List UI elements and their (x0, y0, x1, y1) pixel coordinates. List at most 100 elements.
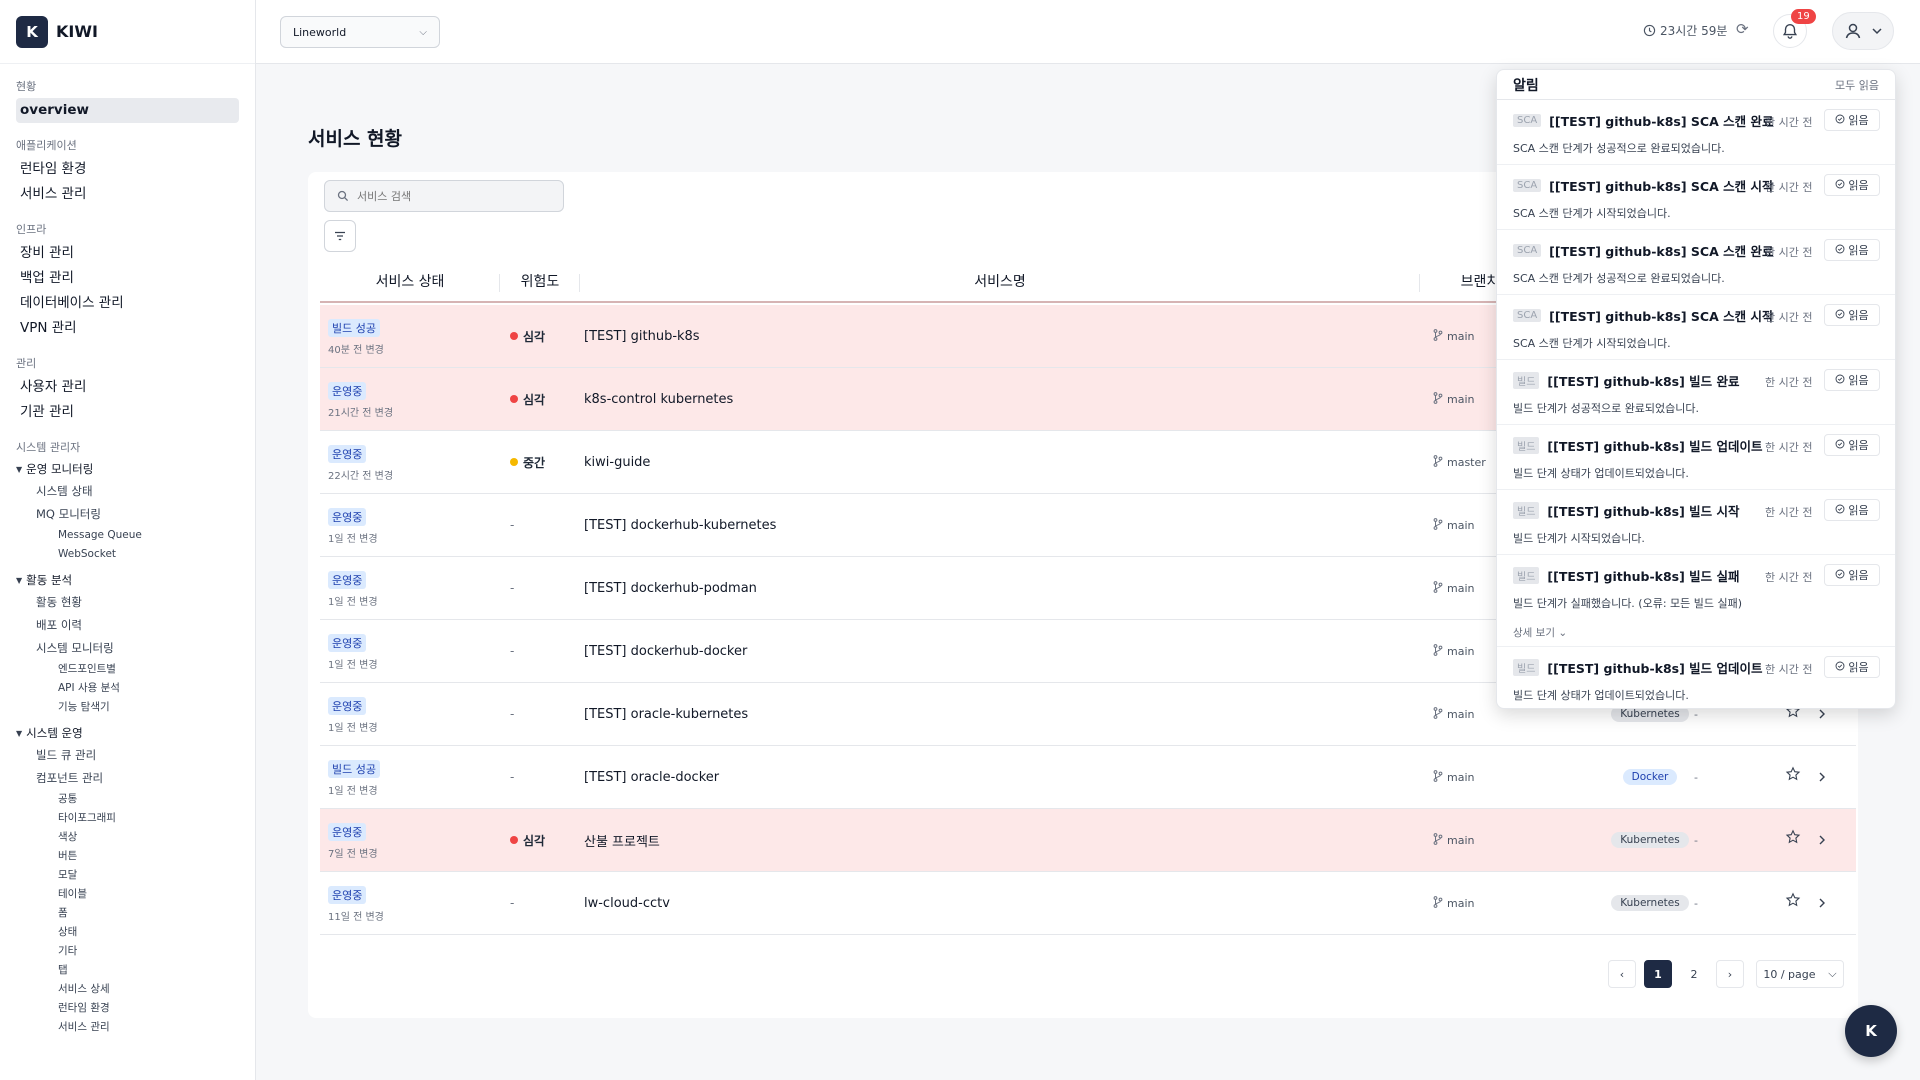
mark-read-button[interactable]: 읽음 (1824, 499, 1880, 521)
tree-monitoring[interactable]: ▼ 운영 모니터링 (16, 459, 239, 480)
tree-item-modal[interactable]: 모달 (16, 866, 239, 885)
notification-item[interactable]: SCA [[TEST] github-k8s] SCA 스캔 시작 한 시간 전 읽음… (1497, 165, 1895, 230)
mark-all-read-button[interactable]: 모두 읽음 (1835, 77, 1879, 93)
tree-item-endpoints[interactable]: 엔드포인트별 (16, 660, 239, 679)
mark-read-button[interactable]: 읽음 (1824, 564, 1880, 586)
page-size-select[interactable]: 10 / page ⌵ (1756, 960, 1844, 988)
mark-read-button[interactable]: 읽음 (1824, 174, 1880, 196)
service-name[interactable]: [TEST] oracle-docker (580, 770, 1420, 785)
star-icon[interactable] (1785, 766, 1801, 786)
notification-button[interactable]: 19 (1773, 9, 1816, 48)
tree-item-api-usage[interactable]: API 사용 분석 (16, 679, 239, 698)
brand[interactable]: K KIWI (0, 0, 255, 64)
tree-item-form[interactable]: 폼 (16, 904, 239, 923)
tree-item-buttons[interactable]: 버튼 (16, 847, 239, 866)
notification-type-tag: SCA (1513, 309, 1542, 322)
sidebar-item-overview[interactable]: overview (16, 98, 239, 123)
tree-item-typography[interactable]: 타이포그래피 (16, 809, 239, 828)
service-name[interactable]: kiwi-guide (580, 455, 1420, 470)
service-name[interactable]: k8s-control kubernetes (580, 392, 1420, 407)
show-details-button[interactable]: 상세 보기 ⌄ (1513, 625, 1879, 640)
tree-item-common[interactable]: 공통 (16, 790, 239, 809)
notification-item[interactable]: 빌드 [[TEST] github-k8s] 빌드 실패 한 시간 전 읽음 빌드 단계… (1497, 555, 1895, 647)
mark-read-button[interactable]: 읽음 (1824, 239, 1880, 261)
service-name[interactable]: [TEST] dockerhub-podman (580, 581, 1420, 596)
tree-item-etc[interactable]: 기타 (16, 942, 239, 961)
next-page-button[interactable]: › (1716, 960, 1744, 988)
user-menu[interactable] (1832, 12, 1894, 50)
mark-read-button[interactable]: 읽음 (1824, 304, 1880, 326)
filter-button[interactable] (324, 220, 356, 252)
sidebar: K KIWI 현황 overview 애플리케이션 런타임 환경 서비스 관리 … (0, 0, 256, 1080)
tree-item-runtime-env[interactable]: 런타임 환경 (16, 999, 239, 1018)
chevron-right-icon[interactable] (1817, 831, 1827, 850)
table-row[interactable]: 운영중 7일 전 변경 심각 산불 프로젝트 main Kubernetes - (320, 809, 1856, 872)
tree-activity[interactable]: ▼ 활동 분석 (16, 570, 239, 591)
risk-text: - (510, 518, 515, 532)
refresh-icon[interactable]: ⟳ (1736, 20, 1749, 38)
notification-body: 빌드 단계가 성공적으로 완료되었습니다. (1513, 402, 1700, 415)
service-name[interactable]: lw-cloud-cctv (580, 896, 1420, 911)
chevron-down-icon: ⌄ (1554, 627, 1568, 639)
star-icon[interactable] (1785, 892, 1801, 912)
mark-read-button[interactable]: 읽음 (1824, 369, 1880, 391)
tree-item-colors[interactable]: 색상 (16, 828, 239, 847)
service-name[interactable]: 산불 프로젝트 (580, 831, 1420, 850)
tree-item-build-queue[interactable]: 빌드 큐 관리 (16, 744, 239, 767)
notification-item[interactable]: 빌드 [[TEST] github-k8s] 빌드 완료 한 시간 전 읽음 빌드 단계… (1497, 360, 1895, 425)
service-name[interactable]: [TEST] github-k8s (580, 329, 1420, 344)
tree-item-tabs[interactable]: 탭 (16, 961, 239, 980)
chevron-right-icon[interactable] (1817, 768, 1827, 787)
notification-item[interactable]: SCA [[TEST] github-k8s] SCA 스캔 시작 한 시간 전 읽음… (1497, 295, 1895, 360)
tree-ops[interactable]: ▼ 시스템 운영 (16, 723, 239, 744)
tree-item-websocket[interactable]: WebSocket (16, 545, 239, 564)
search-input[interactable] (357, 189, 547, 203)
sidebar-item-backup[interactable]: 백업 관리 (16, 266, 239, 291)
tree-item-system-monitoring[interactable]: 시스템 모니터링 (16, 637, 239, 660)
service-name[interactable]: [TEST] oracle-kubernetes (580, 707, 1420, 722)
tree-item-service-mgmt[interactable]: 서비스 관리 (16, 1018, 239, 1037)
notification-item[interactable]: 빌드 [[TEST] github-k8s] 빌드 업데이트 한 시간 전 읽음 빌드 … (1497, 425, 1895, 490)
tree-item-system-status[interactable]: 시스템 상태 (16, 480, 239, 503)
sidebar-item-vpn[interactable]: VPN 관리 (16, 316, 239, 341)
tree-item-state[interactable]: 상태 (16, 923, 239, 942)
tree-item-components[interactable]: 컴포넌트 관리 (16, 767, 239, 790)
sidebar-item-orgs[interactable]: 기관 관리 (16, 400, 239, 425)
tree-item-activity-status[interactable]: 활동 현황 (16, 591, 239, 614)
star-icon[interactable] (1785, 829, 1801, 849)
tree-item-deploy-history[interactable]: 배포 이력 (16, 614, 239, 637)
service-name[interactable]: [TEST] dockerhub-docker (580, 644, 1420, 659)
notification-item[interactable]: 빌드 [[TEST] github-k8s] 빌드 업데이트 한 시간 전 읽음 빌드 … (1497, 647, 1895, 708)
th-risk[interactable]: 위험도 (500, 262, 580, 302)
th-name[interactable]: 서비스명 (580, 262, 1420, 302)
service-name[interactable]: [TEST] dockerhub-kubernetes (580, 518, 1420, 533)
notification-item[interactable]: 빌드 [[TEST] github-k8s] 빌드 시작 한 시간 전 읽음 빌드 단계… (1497, 490, 1895, 555)
prev-page-button[interactable]: ‹ (1608, 960, 1636, 988)
tree-item-service-detail[interactable]: 서비스 상세 (16, 980, 239, 999)
assistant-fab[interactable]: K (1845, 1005, 1897, 1057)
notification-item[interactable]: SCA [[TEST] github-k8s] SCA 스캔 완료 한 시간 전 읽음… (1497, 100, 1895, 165)
org-select[interactable]: Lineworld ⌵ (280, 16, 440, 48)
tree-item-message-queue[interactable]: Message Queue (16, 526, 239, 545)
sidebar-item-database[interactable]: 데이터베이스 관리 (16, 291, 239, 316)
sidebar-item-services[interactable]: 서비스 관리 (16, 182, 239, 207)
tree-item-feature-explorer[interactable]: 기능 탐색기 (16, 698, 239, 717)
tree-item-table[interactable]: 테이블 (16, 885, 239, 904)
timer-text: 23시간 59분 (1660, 24, 1728, 38)
chevron-right-icon[interactable] (1817, 894, 1827, 913)
mark-read-button[interactable]: 읽음 (1824, 109, 1880, 131)
sidebar-item-equipment[interactable]: 장비 관리 (16, 241, 239, 266)
page-button-1[interactable]: 1 (1644, 960, 1672, 988)
mark-read-button[interactable]: 읽음 (1824, 656, 1880, 678)
notification-title-text: [[TEST] github-k8s] SCA 스캔 완료 (1549, 244, 1774, 259)
mark-read-button[interactable]: 읽음 (1824, 434, 1880, 456)
table-row[interactable]: 빌드 성공 1일 전 변경 - [TEST] oracle-docker main Doc… (320, 746, 1856, 809)
th-status[interactable]: 서비스 상태 (320, 262, 500, 302)
page-button-2[interactable]: 2 (1680, 960, 1708, 988)
search-box[interactable] (324, 180, 564, 212)
sidebar-item-users[interactable]: 사용자 관리 (16, 375, 239, 400)
sidebar-item-runtime[interactable]: 런타임 환경 (16, 157, 239, 182)
table-row[interactable]: 운영중 11일 전 변경 - lw-cloud-cctv main Kubernetes - (320, 872, 1856, 935)
notification-item[interactable]: SCA [[TEST] github-k8s] SCA 스캔 완료 한 시간 전 읽음… (1497, 230, 1895, 295)
tree-item-mq-monitoring[interactable]: MQ 모니터링 (16, 503, 239, 526)
